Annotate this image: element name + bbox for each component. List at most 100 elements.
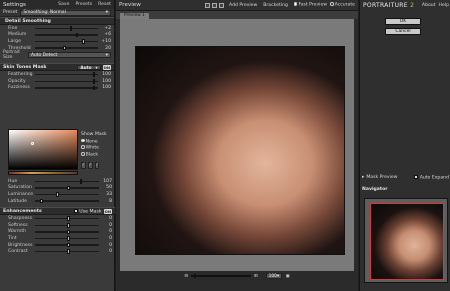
fuzziness-slider[interactable]: [35, 85, 98, 91]
slider-value[interactable]: 107: [102, 179, 112, 184]
tint-slider[interactable]: [35, 236, 99, 241]
slider-thumb[interactable]: [92, 79, 96, 84]
slider-thumb[interactable]: [67, 185, 70, 191]
auto-expand-checkbox[interactable]: Auto Expand: [414, 175, 449, 181]
slider-value[interactable]: 33: [102, 192, 112, 197]
slider-value[interactable]: 100: [101, 85, 111, 90]
preview-canvas[interactable]: [120, 19, 354, 271]
reset-button[interactable]: Reset: [98, 2, 111, 7]
warmth-slider[interactable]: [35, 229, 99, 235]
feathering-slider[interactable]: [35, 72, 98, 77]
slider-value[interactable]: 20: [101, 46, 111, 51]
use-mask-label: Use Mask: [79, 209, 102, 215]
slider-value[interactable]: +10: [101, 39, 111, 44]
softness-slider[interactable]: [35, 223, 99, 228]
zoom-slider[interactable]: [190, 273, 251, 279]
eyedropper-icon[interactable]: ⁄: [81, 162, 86, 170]
slider-value[interactable]: 8: [102, 199, 112, 204]
slider-row-opacity: Opacity 100: [0, 78, 114, 85]
slider-thumb[interactable]: [56, 192, 59, 197]
slider-value[interactable]: 0: [102, 236, 112, 241]
preview-tabs: Preview 1: [116, 11, 358, 19]
use-mask-checkbox[interactable]: Use Mask: [73, 208, 102, 215]
slider-thumb[interactable]: [67, 236, 70, 241]
show-mask-none-option[interactable]: None: [81, 138, 113, 144]
show-mask-white-option[interactable]: White: [81, 145, 113, 151]
ok-button[interactable]: OK: [385, 18, 421, 25]
slider-thumb[interactable]: [40, 198, 43, 204]
eyedropper-plus-icon[interactable]: ⁄: [87, 162, 93, 170]
split-vertical-icon[interactable]: [212, 2, 218, 8]
slider-value[interactable]: 0: [102, 216, 112, 221]
saturation-slider[interactable]: [35, 185, 99, 191]
slider-thumb[interactable]: [75, 32, 79, 38]
eyedropper-minus-icon[interactable]: ⁄: [94, 162, 100, 170]
slider-value[interactable]: 100: [101, 79, 111, 84]
skin-mode-select[interactable]: Auto ▾: [77, 64, 101, 71]
slider-thumb[interactable]: [92, 85, 96, 91]
zoom-select[interactable]: 100 ▾: [265, 273, 282, 279]
skin-color-picker[interactable]: [8, 129, 78, 170]
threshold-slider[interactable]: [35, 45, 98, 51]
slider-thumb[interactable]: [63, 45, 66, 51]
hue-slider[interactable]: [35, 179, 99, 184]
save-button[interactable]: Save: [58, 2, 69, 7]
portrait-size-select[interactable]: Auto Detect ▾: [28, 52, 111, 59]
slider-value[interactable]: 0: [102, 223, 112, 228]
bracketing-button[interactable]: Bracketing: [263, 3, 288, 8]
slider-value[interactable]: 0: [102, 243, 112, 248]
slider-value[interactable]: 0: [102, 229, 112, 234]
slider-thumb[interactable]: [193, 273, 197, 279]
slider-thumb[interactable]: [67, 242, 70, 248]
settings-panel: Settings Save Presets Reset Preset Smoot…: [0, 0, 115, 291]
slider-thumb[interactable]: [67, 229, 70, 235]
slider-value[interactable]: 50: [102, 185, 112, 190]
zoom-in-icon[interactable]: ⊞: [254, 274, 258, 279]
cancel-button[interactable]: Cancel: [385, 28, 421, 35]
large-slider[interactable]: [35, 39, 98, 44]
color-picker-cursor[interactable]: [31, 142, 34, 145]
medium-slider[interactable]: [35, 32, 98, 38]
preset-select[interactable]: Smoothing: Normal ▾: [20, 9, 111, 16]
fast-preview-option[interactable]: Fast Preview: [293, 2, 327, 8]
help-button[interactable]: Help: [439, 3, 449, 8]
slider-thumb[interactable]: [92, 72, 96, 77]
single-view-icon[interactable]: [205, 2, 211, 8]
zoom-out-icon[interactable]: ⊟: [184, 274, 188, 279]
about-button[interactable]: About: [422, 3, 436, 8]
navigator-thumbnail[interactable]: [370, 203, 444, 280]
slider-thumb[interactable]: [67, 223, 70, 228]
split-horizontal-icon[interactable]: [219, 2, 225, 8]
fine-slider[interactable]: [35, 26, 98, 31]
presets-button[interactable]: Presets: [75, 2, 92, 7]
contrast-slider[interactable]: [35, 249, 99, 254]
chevron-down-icon: ▾: [105, 10, 108, 15]
latitude-slider[interactable]: [35, 198, 99, 204]
slider-value[interactable]: 0: [102, 249, 112, 254]
brightness-slider[interactable]: [35, 242, 99, 248]
slider-value[interactable]: +2: [101, 26, 111, 31]
hue-strip[interactable]: [8, 171, 78, 175]
slider-thumb[interactable]: [82, 39, 85, 44]
opacity-slider[interactable]: [35, 79, 98, 84]
slider-value[interactable]: 100: [101, 72, 111, 77]
enhancements-on-toggle[interactable]: ON: [103, 208, 112, 214]
enhancements-header[interactable]: Enhancements Use Mask ON: [0, 207, 115, 216]
detail-smoothing-header[interactable]: Detail Smoothing: [0, 17, 114, 25]
luminance-slider[interactable]: [35, 192, 99, 197]
navigator-box[interactable]: [364, 198, 448, 283]
slider-thumb[interactable]: [69, 26, 73, 31]
sharpness-slider[interactable]: [35, 216, 99, 221]
mask-preview-toggle[interactable]: Mask Preview: [366, 175, 397, 180]
slider-thumb[interactable]: [67, 216, 70, 221]
expand-arrow-icon[interactable]: ▸: [362, 175, 364, 180]
slider-thumb[interactable]: [79, 179, 83, 184]
add-preview-button[interactable]: Add Preview: [229, 3, 257, 8]
skin-mask-on-toggle[interactable]: ON: [102, 64, 111, 70]
accurate-option[interactable]: Accurate: [330, 2, 355, 8]
fit-view-icon[interactable]: ▣: [286, 274, 290, 279]
show-mask-black-option[interactable]: Black: [81, 152, 113, 157]
slider-thumb[interactable]: [67, 249, 70, 254]
skin-tones-header[interactable]: Skin Tones Mask Auto ▾ ON: [0, 63, 114, 72]
slider-value[interactable]: +6: [101, 32, 111, 37]
